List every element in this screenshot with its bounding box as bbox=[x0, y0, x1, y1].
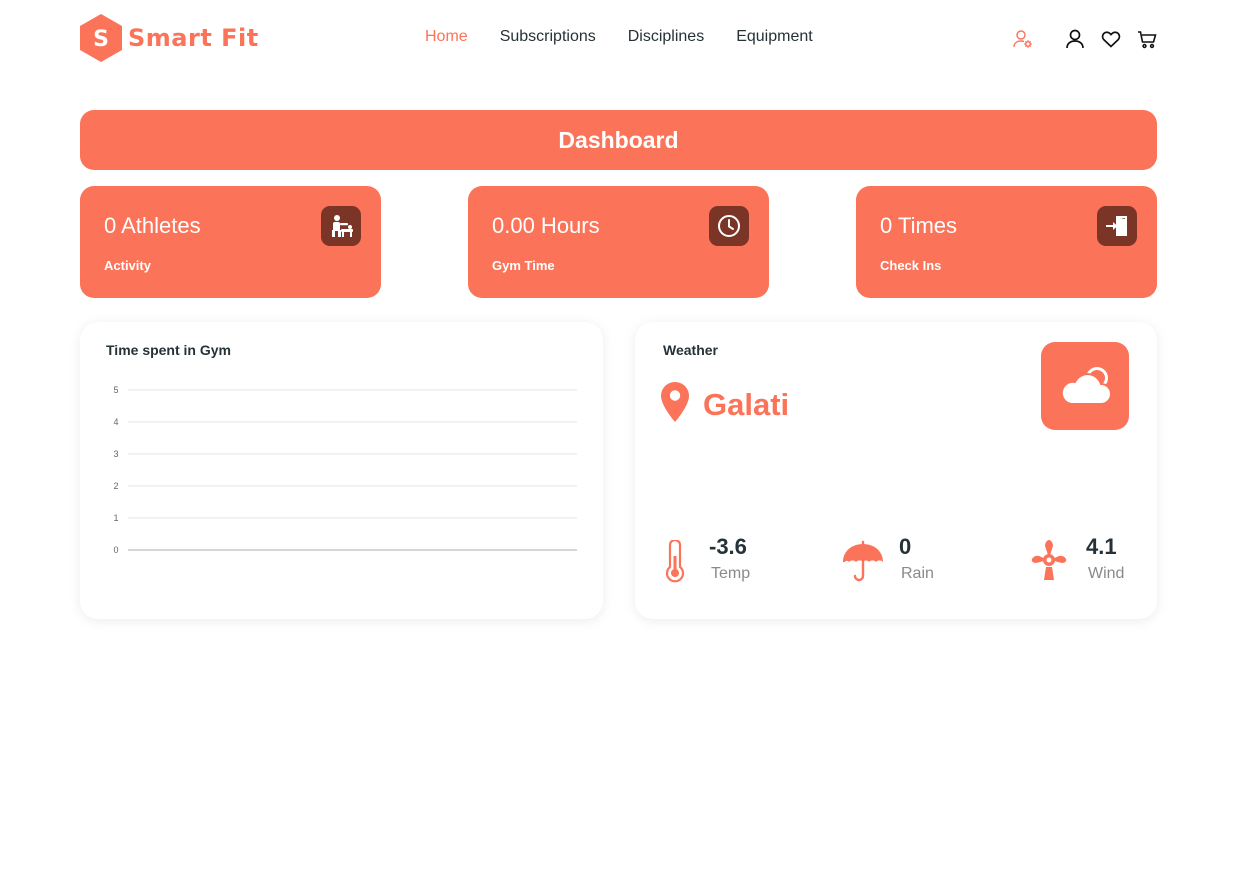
user-icon[interactable] bbox=[1064, 28, 1086, 50]
trainer-icon bbox=[321, 206, 361, 246]
weather-panel: Weather Galati -3.6 Temp 0 Rain 4.1 Wind bbox=[635, 322, 1157, 619]
y-tick-label: 2 bbox=[113, 481, 118, 491]
cloud-icon bbox=[1041, 342, 1129, 430]
stat-value: 0.00 Hours bbox=[492, 213, 600, 238]
panel-title: Time spent in Gym bbox=[106, 342, 231, 358]
dashboard-banner: Dashboard bbox=[80, 110, 1157, 170]
location-row: Galati bbox=[661, 382, 789, 427]
nav-item-disciplines[interactable]: Disciplines bbox=[628, 28, 704, 46]
gym-time-panel: Time spent in Gym 0 1 2 3 4 5 bbox=[80, 322, 603, 619]
metric-value: 0 bbox=[899, 534, 912, 559]
nav-item-equipment[interactable]: Equipment bbox=[736, 28, 813, 46]
metric-label: Temp bbox=[711, 565, 751, 582]
metric-temp: -3.6 Temp bbox=[663, 536, 750, 589]
metric-label: Wind bbox=[1088, 565, 1125, 582]
stat-card-gym-time: 0.00 Hours Gym Time bbox=[468, 186, 769, 298]
y-tick-label: 1 bbox=[113, 513, 118, 523]
y-tick-label: 3 bbox=[113, 449, 118, 459]
y-tick-label: 5 bbox=[113, 385, 118, 395]
heart-icon[interactable] bbox=[1100, 28, 1122, 50]
map-pin-icon bbox=[661, 382, 689, 427]
stat-label: Activity bbox=[104, 258, 151, 273]
umbrella-icon bbox=[841, 540, 885, 589]
metric-wind: 4.1 Wind bbox=[1028, 536, 1124, 587]
stat-card-check-ins: 0 Times Check Ins bbox=[856, 186, 1157, 298]
brand-name: Smart Fit bbox=[128, 24, 259, 52]
stat-card-activity: 0 Athletes Activity bbox=[80, 186, 381, 298]
header-icons bbox=[1012, 28, 1158, 50]
logo-letter: S bbox=[93, 27, 109, 52]
main-nav: Home Subscriptions Disciplines Equipment bbox=[425, 28, 845, 46]
metric-value: -3.6 bbox=[709, 534, 747, 559]
top-header: S Smart Fit Home Subscriptions Disciplin… bbox=[0, 0, 1234, 76]
stat-value: 0 Times bbox=[880, 213, 958, 238]
user-settings-icon[interactable] bbox=[1012, 28, 1034, 50]
panel-title: Weather bbox=[663, 342, 718, 358]
nav-item-subscriptions[interactable]: Subscriptions bbox=[500, 28, 596, 46]
location-name: Galati bbox=[703, 386, 790, 422]
thermometer-icon bbox=[663, 538, 687, 589]
metric-label: Rain bbox=[901, 565, 934, 582]
clock-icon bbox=[709, 206, 749, 246]
gym-time-chart: 0 1 2 3 4 5 bbox=[113, 385, 577, 555]
stat-label: Check Ins bbox=[880, 258, 942, 273]
y-tick-label: 0 bbox=[113, 545, 118, 555]
stat-value: 0 Athletes bbox=[104, 213, 201, 238]
nav-item-home[interactable]: Home bbox=[425, 28, 468, 46]
brand-logo[interactable]: S Smart Fit bbox=[80, 14, 259, 62]
page-title: Dashboard bbox=[558, 126, 679, 153]
metric-value: 4.1 bbox=[1086, 534, 1117, 559]
sign-in-icon bbox=[1097, 206, 1137, 246]
y-tick-label: 4 bbox=[113, 417, 118, 427]
stat-label: Gym Time bbox=[492, 258, 555, 273]
wind-turbine-icon bbox=[1028, 538, 1070, 587]
cart-icon[interactable] bbox=[1136, 28, 1158, 50]
hexagon-logo-icon: S bbox=[80, 14, 122, 62]
metric-rain: 0 Rain bbox=[841, 536, 934, 589]
